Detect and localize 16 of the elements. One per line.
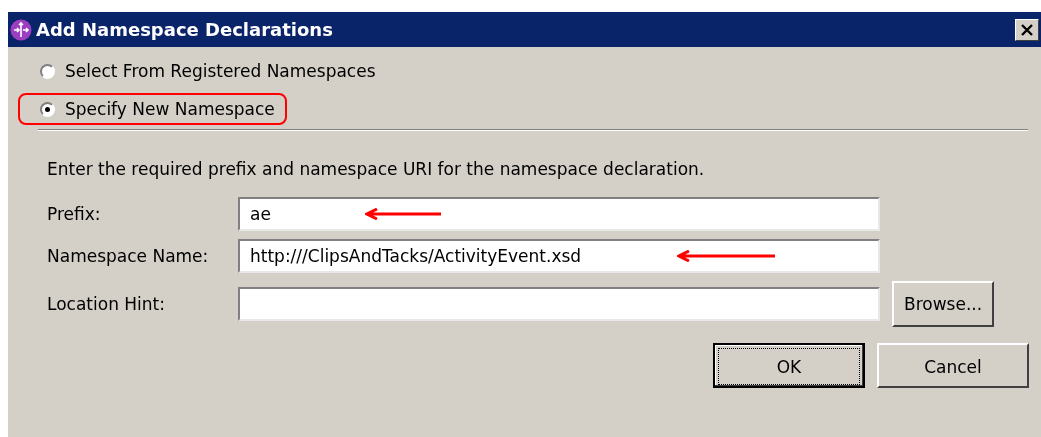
ok-button[interactable]: OK (713, 343, 865, 388)
cancel-button[interactable]: Cancel (877, 343, 1029, 388)
instruction-text: Enter the required prefix and namespace URI for the namespace declaration. (47, 159, 706, 179)
close-button[interactable] (1015, 18, 1039, 41)
radio-option[interactable]: Select From Registered Namespaces (40, 61, 376, 81)
app-icon (10, 18, 32, 41)
window-title: Add Namespace Declarations (36, 19, 334, 40)
input-field[interactable]: http:///ClipsAndTacks/ActivityEvent.xsd (238, 239, 880, 273)
close-icon (1020, 23, 1034, 36)
input-field[interactable]: ae (238, 197, 880, 231)
input-field[interactable] (238, 287, 880, 321)
field-label: Namespace Name: (47, 246, 210, 266)
radio-option[interactable]: Specify New Namespace (40, 99, 275, 119)
field-label: Location Hint: (47, 294, 166, 314)
browse-button[interactable]: Browse... (892, 281, 995, 327)
field-label: Prefix: (47, 204, 102, 224)
